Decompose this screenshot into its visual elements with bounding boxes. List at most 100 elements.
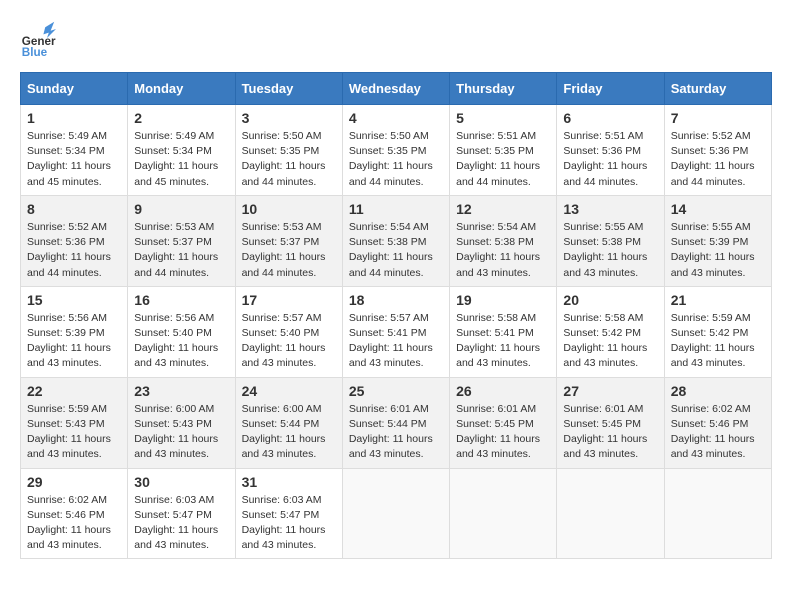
calendar-cell: 31 Sunrise: 6:03 AM Sunset: 5:47 PM Dayl… xyxy=(235,468,342,559)
day-number: 10 xyxy=(242,201,336,217)
day-info: Sunrise: 5:55 AM Sunset: 5:38 PM Dayligh… xyxy=(563,221,647,279)
calendar-cell: 26 Sunrise: 6:01 AM Sunset: 5:45 PM Dayl… xyxy=(450,377,557,468)
column-header-friday: Friday xyxy=(557,73,664,105)
day-number: 24 xyxy=(242,383,336,399)
calendar-cell xyxy=(557,468,664,559)
day-info: Sunrise: 5:53 AM Sunset: 5:37 PM Dayligh… xyxy=(134,221,218,279)
day-info: Sunrise: 5:53 AM Sunset: 5:37 PM Dayligh… xyxy=(242,221,326,279)
day-info: Sunrise: 5:54 AM Sunset: 5:38 PM Dayligh… xyxy=(349,221,433,279)
day-number: 19 xyxy=(456,292,550,308)
day-number: 3 xyxy=(242,110,336,126)
day-number: 22 xyxy=(27,383,121,399)
calendar-cell: 29 Sunrise: 6:02 AM Sunset: 5:46 PM Dayl… xyxy=(21,468,128,559)
day-info: Sunrise: 5:50 AM Sunset: 5:35 PM Dayligh… xyxy=(349,130,433,188)
svg-text:Blue: Blue xyxy=(22,46,48,56)
calendar-cell xyxy=(342,468,449,559)
calendar-cell: 28 Sunrise: 6:02 AM Sunset: 5:46 PM Dayl… xyxy=(664,377,771,468)
calendar-cell: 23 Sunrise: 6:00 AM Sunset: 5:43 PM Dayl… xyxy=(128,377,235,468)
calendar-cell: 25 Sunrise: 6:01 AM Sunset: 5:44 PM Dayl… xyxy=(342,377,449,468)
day-info: Sunrise: 5:51 AM Sunset: 5:36 PM Dayligh… xyxy=(563,130,647,188)
day-number: 30 xyxy=(134,474,228,490)
calendar-week-row: 15 Sunrise: 5:56 AM Sunset: 5:39 PM Dayl… xyxy=(21,286,772,377)
day-number: 4 xyxy=(349,110,443,126)
day-info: Sunrise: 5:50 AM Sunset: 5:35 PM Dayligh… xyxy=(242,130,326,188)
calendar-week-row: 1 Sunrise: 5:49 AM Sunset: 5:34 PM Dayli… xyxy=(21,105,772,196)
calendar-week-row: 22 Sunrise: 5:59 AM Sunset: 5:43 PM Dayl… xyxy=(21,377,772,468)
calendar-cell: 20 Sunrise: 5:58 AM Sunset: 5:42 PM Dayl… xyxy=(557,286,664,377)
calendar-cell: 24 Sunrise: 6:00 AM Sunset: 5:44 PM Dayl… xyxy=(235,377,342,468)
column-header-saturday: Saturday xyxy=(664,73,771,105)
calendar-cell: 19 Sunrise: 5:58 AM Sunset: 5:41 PM Dayl… xyxy=(450,286,557,377)
day-info: Sunrise: 6:01 AM Sunset: 5:45 PM Dayligh… xyxy=(563,403,647,461)
calendar-week-row: 8 Sunrise: 5:52 AM Sunset: 5:36 PM Dayli… xyxy=(21,195,772,286)
day-number: 27 xyxy=(563,383,657,399)
day-number: 17 xyxy=(242,292,336,308)
day-number: 16 xyxy=(134,292,228,308)
calendar-cell xyxy=(450,468,557,559)
day-number: 15 xyxy=(27,292,121,308)
day-number: 25 xyxy=(349,383,443,399)
calendar-cell: 2 Sunrise: 5:49 AM Sunset: 5:34 PM Dayli… xyxy=(128,105,235,196)
calendar-cell: 6 Sunrise: 5:51 AM Sunset: 5:36 PM Dayli… xyxy=(557,105,664,196)
day-number: 1 xyxy=(27,110,121,126)
column-header-tuesday: Tuesday xyxy=(235,73,342,105)
calendar-cell: 9 Sunrise: 5:53 AM Sunset: 5:37 PM Dayli… xyxy=(128,195,235,286)
calendar-cell: 22 Sunrise: 5:59 AM Sunset: 5:43 PM Dayl… xyxy=(21,377,128,468)
day-info: Sunrise: 5:58 AM Sunset: 5:42 PM Dayligh… xyxy=(563,312,647,370)
day-number: 20 xyxy=(563,292,657,308)
day-number: 2 xyxy=(134,110,228,126)
day-number: 5 xyxy=(456,110,550,126)
column-header-monday: Monday xyxy=(128,73,235,105)
column-header-thursday: Thursday xyxy=(450,73,557,105)
day-number: 7 xyxy=(671,110,765,126)
calendar-cell: 30 Sunrise: 6:03 AM Sunset: 5:47 PM Dayl… xyxy=(128,468,235,559)
day-number: 9 xyxy=(134,201,228,217)
calendar-cell: 7 Sunrise: 5:52 AM Sunset: 5:36 PM Dayli… xyxy=(664,105,771,196)
calendar-cell: 5 Sunrise: 5:51 AM Sunset: 5:35 PM Dayli… xyxy=(450,105,557,196)
calendar-week-row: 29 Sunrise: 6:02 AM Sunset: 5:46 PM Dayl… xyxy=(21,468,772,559)
calendar-cell xyxy=(664,468,771,559)
day-info: Sunrise: 5:49 AM Sunset: 5:34 PM Dayligh… xyxy=(27,130,111,188)
day-info: Sunrise: 5:52 AM Sunset: 5:36 PM Dayligh… xyxy=(27,221,111,279)
calendar-cell: 14 Sunrise: 5:55 AM Sunset: 5:39 PM Dayl… xyxy=(664,195,771,286)
day-number: 28 xyxy=(671,383,765,399)
day-info: Sunrise: 6:01 AM Sunset: 5:45 PM Dayligh… xyxy=(456,403,540,461)
day-number: 23 xyxy=(134,383,228,399)
logo-icon: General Blue xyxy=(20,20,56,56)
day-number: 13 xyxy=(563,201,657,217)
day-info: Sunrise: 6:01 AM Sunset: 5:44 PM Dayligh… xyxy=(349,403,433,461)
calendar-cell: 11 Sunrise: 5:54 AM Sunset: 5:38 PM Dayl… xyxy=(342,195,449,286)
calendar-cell: 17 Sunrise: 5:57 AM Sunset: 5:40 PM Dayl… xyxy=(235,286,342,377)
day-info: Sunrise: 5:55 AM Sunset: 5:39 PM Dayligh… xyxy=(671,221,755,279)
day-info: Sunrise: 5:56 AM Sunset: 5:39 PM Dayligh… xyxy=(27,312,111,370)
day-info: Sunrise: 5:56 AM Sunset: 5:40 PM Dayligh… xyxy=(134,312,218,370)
calendar-cell: 1 Sunrise: 5:49 AM Sunset: 5:34 PM Dayli… xyxy=(21,105,128,196)
day-info: Sunrise: 6:02 AM Sunset: 5:46 PM Dayligh… xyxy=(671,403,755,461)
day-info: Sunrise: 5:49 AM Sunset: 5:34 PM Dayligh… xyxy=(134,130,218,188)
logo: General Blue xyxy=(20,20,56,56)
day-number: 31 xyxy=(242,474,336,490)
day-info: Sunrise: 6:00 AM Sunset: 5:43 PM Dayligh… xyxy=(134,403,218,461)
calendar-cell: 15 Sunrise: 5:56 AM Sunset: 5:39 PM Dayl… xyxy=(21,286,128,377)
day-info: Sunrise: 5:59 AM Sunset: 5:42 PM Dayligh… xyxy=(671,312,755,370)
calendar-cell: 8 Sunrise: 5:52 AM Sunset: 5:36 PM Dayli… xyxy=(21,195,128,286)
day-info: Sunrise: 5:58 AM Sunset: 5:41 PM Dayligh… xyxy=(456,312,540,370)
day-number: 12 xyxy=(456,201,550,217)
calendar-cell: 10 Sunrise: 5:53 AM Sunset: 5:37 PM Dayl… xyxy=(235,195,342,286)
day-info: Sunrise: 6:03 AM Sunset: 5:47 PM Dayligh… xyxy=(242,494,326,552)
calendar-cell: 13 Sunrise: 5:55 AM Sunset: 5:38 PM Dayl… xyxy=(557,195,664,286)
day-info: Sunrise: 5:54 AM Sunset: 5:38 PM Dayligh… xyxy=(456,221,540,279)
day-number: 8 xyxy=(27,201,121,217)
calendar-table: SundayMondayTuesdayWednesdayThursdayFrid… xyxy=(20,72,772,559)
day-info: Sunrise: 6:03 AM Sunset: 5:47 PM Dayligh… xyxy=(134,494,218,552)
day-number: 6 xyxy=(563,110,657,126)
day-number: 21 xyxy=(671,292,765,308)
calendar-cell: 27 Sunrise: 6:01 AM Sunset: 5:45 PM Dayl… xyxy=(557,377,664,468)
day-number: 29 xyxy=(27,474,121,490)
day-info: Sunrise: 5:59 AM Sunset: 5:43 PM Dayligh… xyxy=(27,403,111,461)
day-info: Sunrise: 5:51 AM Sunset: 5:35 PM Dayligh… xyxy=(456,130,540,188)
calendar-header-row: SundayMondayTuesdayWednesdayThursdayFrid… xyxy=(21,73,772,105)
calendar-cell: 18 Sunrise: 5:57 AM Sunset: 5:41 PM Dayl… xyxy=(342,286,449,377)
day-number: 11 xyxy=(349,201,443,217)
calendar-cell: 21 Sunrise: 5:59 AM Sunset: 5:42 PM Dayl… xyxy=(664,286,771,377)
